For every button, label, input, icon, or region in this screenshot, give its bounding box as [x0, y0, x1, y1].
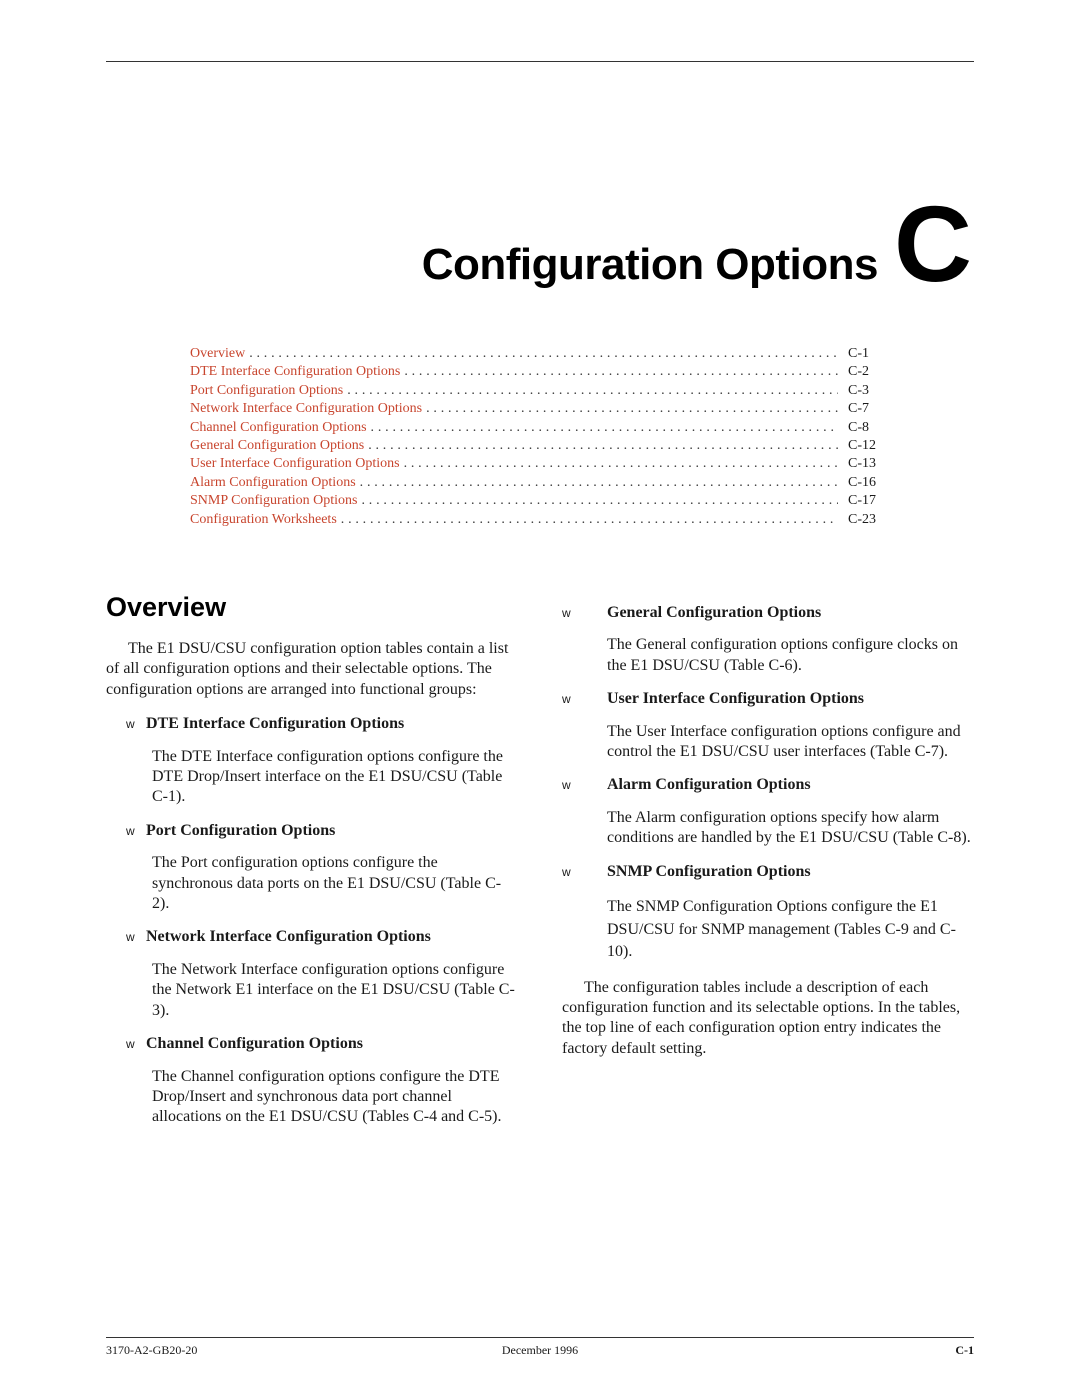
- toc-link[interactable]: Channel Configuration Options: [190, 419, 371, 437]
- toc-entry[interactable]: DTE Interface Configuration Options C-2: [190, 363, 890, 381]
- group-title: Network Interface Configuration Options: [146, 928, 431, 946]
- toc-page-number: C-3: [848, 382, 869, 398]
- toc-page-number: C-2: [848, 364, 869, 380]
- toc-dot-leader: [360, 474, 838, 492]
- group-description: The Channel configuration options config…: [152, 1067, 502, 1126]
- toc-dot-leader: [371, 419, 838, 437]
- group-heading-port: w Port Configuration Options: [106, 821, 516, 841]
- group-title: SNMP Configuration Options: [607, 862, 811, 880]
- group-description: The Port configuration options configure…: [152, 854, 502, 913]
- group-heading-channel: w Channel Configuration Options: [106, 1034, 516, 1054]
- closing-paragraph: The configuration tables include a descr…: [562, 978, 961, 1057]
- header-rule: [106, 61, 974, 62]
- group-heading-general: w General Configuration Options: [562, 603, 977, 623]
- toc-link[interactable]: Overview: [190, 345, 249, 363]
- toc-link[interactable]: Port Configuration Options: [190, 382, 347, 400]
- right-column: w General Configuration Options The Gener…: [562, 603, 977, 1059]
- toc-link[interactable]: Network Interface Configuration Options: [190, 400, 426, 418]
- toc-link[interactable]: User Interface Configuration Options: [190, 455, 404, 473]
- group-description: The SNMP Configuration Options configure…: [607, 898, 956, 961]
- toc-page-number: C-12: [848, 437, 876, 453]
- bullet-icon: w: [126, 930, 135, 945]
- group-description: The Alarm configuration options specify …: [607, 808, 971, 847]
- toc-page-number: C-8: [848, 419, 869, 435]
- section-heading-overview: Overview: [106, 592, 227, 622]
- bullet-icon: w: [562, 692, 571, 707]
- page-footer: 3170-A2-GB20-20 December 1996 C-1: [106, 1343, 974, 1358]
- toc-link[interactable]: DTE Interface Configuration Options: [190, 363, 404, 381]
- toc-page-number: C-1: [848, 346, 869, 361]
- group-heading-dte: w DTE Interface Configuration Options: [106, 714, 516, 734]
- toc-page-number: C-7: [848, 401, 869, 417]
- group-title: DTE Interface Configuration Options: [146, 715, 405, 733]
- publication-date: December 1996: [501, 1343, 579, 1357]
- group-heading-user-interface: w User Interface Configuration Options: [562, 689, 977, 709]
- toc-page-number: C-16: [848, 474, 876, 490]
- toc-page-number: C-23: [848, 511, 876, 527]
- bullet-icon: w: [126, 717, 135, 732]
- toc-dot-leader: [249, 345, 838, 363]
- group-title: Alarm Configuration Options: [607, 776, 811, 794]
- toc-link[interactable]: Alarm Configuration Options: [190, 474, 360, 492]
- group-heading-snmp: w SNMP Configuration Options: [562, 862, 977, 882]
- toc-dot-leader: [368, 437, 838, 455]
- chapter-title: Configuration Options C: [421, 183, 972, 304]
- group-heading-alarm: w Alarm Configuration Options: [562, 775, 977, 795]
- toc-entry[interactable]: Overview C-1: [190, 345, 890, 363]
- toc-link[interactable]: General Configuration Options: [190, 437, 368, 455]
- bullet-icon: w: [562, 606, 571, 620]
- toc-entry[interactable]: SNMP Configuration Options C-17: [190, 492, 890, 510]
- left-column: The E1 DSU/CSU configuration option tabl…: [106, 639, 516, 1128]
- group-description: The General configuration options config…: [607, 636, 958, 674]
- toc-entry[interactable]: User Interface Configuration Options C-13: [190, 455, 890, 473]
- chapter-letter: C: [894, 183, 972, 304]
- toc-dot-leader: [347, 382, 838, 400]
- group-title: Port Configuration Options: [146, 821, 336, 839]
- intro-paragraph: The E1 DSU/CSU configuration option tabl…: [106, 640, 509, 698]
- toc-entry[interactable]: Port Configuration Options C-3: [190, 382, 890, 400]
- group-title: User Interface Configuration Options: [607, 690, 865, 708]
- toc-entry[interactable]: Network Interface Configuration Options C…: [190, 400, 890, 418]
- chapter-title-text: Configuration Options: [421, 240, 879, 290]
- toc-entry[interactable]: General Configuration Options C-12: [190, 437, 890, 455]
- toc-link[interactable]: SNMP Configuration Options: [190, 492, 362, 510]
- bullet-icon: w: [562, 864, 571, 879]
- toc-page-number: C-13: [848, 456, 876, 472]
- toc-dot-leader: [341, 511, 838, 529]
- toc-dot-leader: [362, 492, 839, 510]
- group-heading-network: w Network Interface Configuration Options: [106, 927, 516, 947]
- group-description: The DTE Interface configuration options …: [152, 747, 503, 806]
- toc-dot-leader: [404, 363, 838, 381]
- bullet-icon: w: [126, 823, 135, 838]
- toc-page-number: C-17: [848, 493, 876, 509]
- toc-link[interactable]: Configuration Worksheets: [190, 511, 341, 529]
- group-title: Channel Configuration Options: [146, 1035, 363, 1053]
- group-description: The Network Interface configuration opti…: [152, 960, 515, 1019]
- page-number: C-1: [955, 1343, 974, 1357]
- group-title: General Configuration Options: [607, 604, 822, 621]
- toc-entry[interactable]: Configuration Worksheets C-23: [190, 511, 890, 529]
- group-description: The User Interface configuration options…: [607, 722, 961, 761]
- footer-rule: [106, 1337, 974, 1338]
- bullet-icon: w: [126, 1037, 135, 1052]
- toc-entry[interactable]: Alarm Configuration Options C-16: [190, 474, 890, 492]
- toc-entry[interactable]: Channel Configuration Options C-8: [190, 419, 890, 437]
- table-of-contents: Overview C-1 DTE Interface Configuration …: [190, 345, 890, 529]
- toc-dot-leader: [404, 455, 838, 473]
- bullet-icon: w: [562, 778, 571, 793]
- toc-dot-leader: [426, 400, 838, 418]
